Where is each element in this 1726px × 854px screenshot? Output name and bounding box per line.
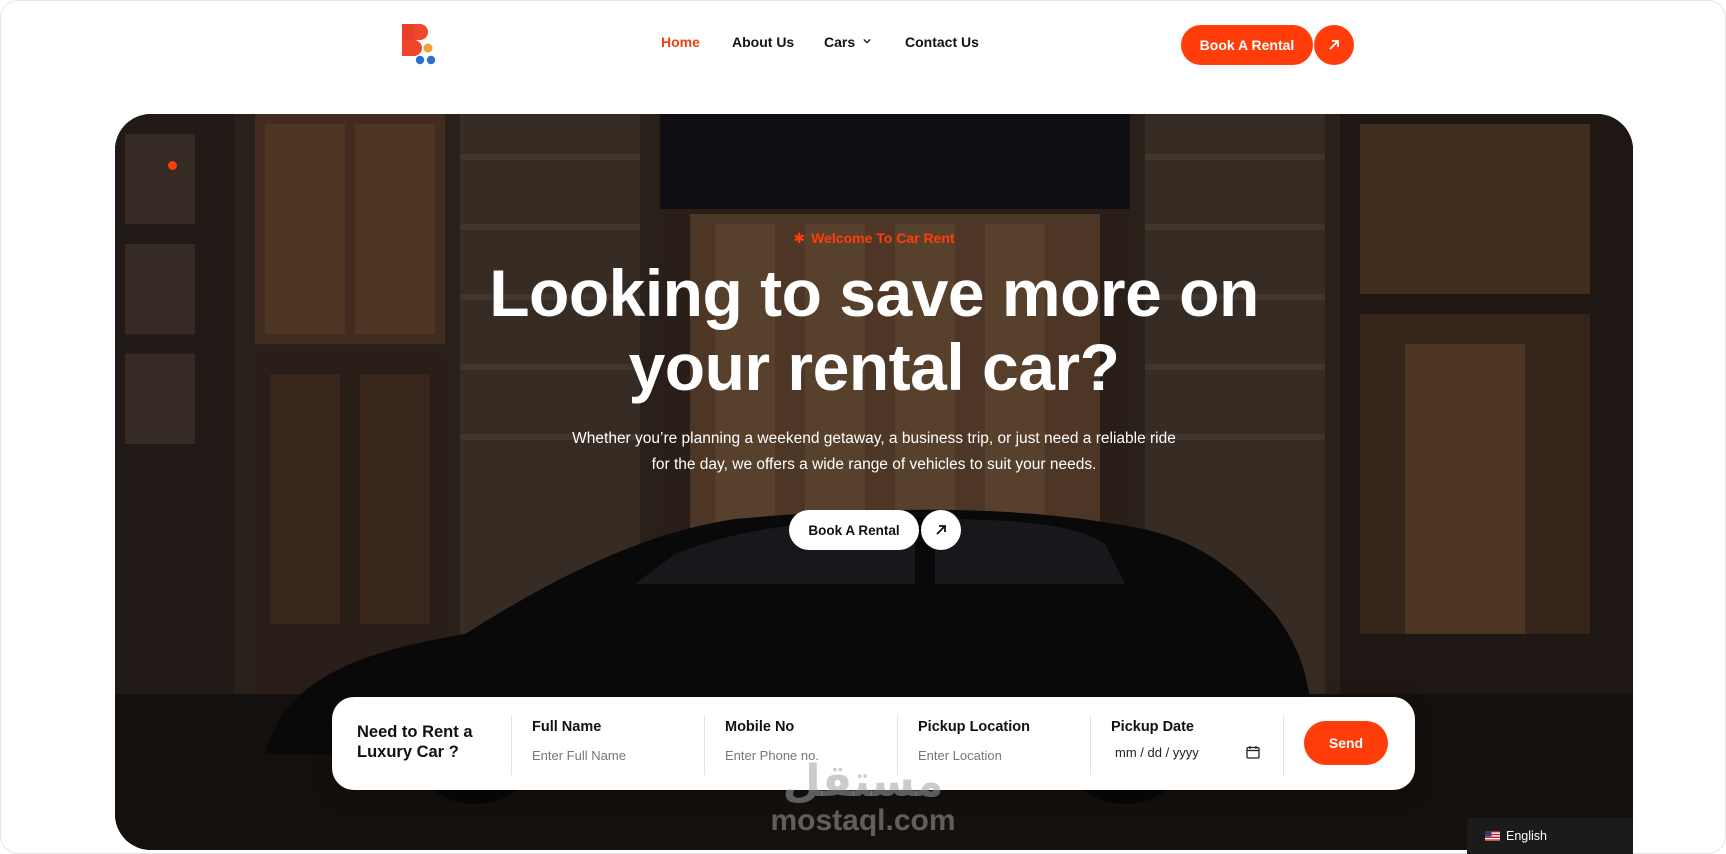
hero-title-line-2: your rental car? <box>628 330 1120 404</box>
header-book-rental-label: Book A Rental <box>1199 37 1295 53</box>
nav-item-cars[interactable]: Cars <box>824 34 871 50</box>
nav-item-cars-label: Cars <box>824 34 856 50</box>
watermark-arabic: مستقل <box>782 756 944 807</box>
calendar-icon[interactable] <box>1246 745 1260 759</box>
submit-divider <box>1283 715 1284 775</box>
full-name-input[interactable] <box>532 745 682 765</box>
full-name-label: Full Name <box>532 719 602 735</box>
watermark-latin: mostaql.com <box>770 804 956 837</box>
pickup-date-field: Pickup Date mm / dd / yyyy <box>1090 715 1281 775</box>
hero-subtitle: Whether you’re planning a weekend getawa… <box>115 426 1633 478</box>
hero-arrow-button[interactable] <box>921 510 961 550</box>
mobile-no-label: Mobile No <box>725 719 795 735</box>
pickup-location-label: Pickup Location <box>918 719 1030 735</box>
chevron-down-icon <box>863 38 871 44</box>
hero-title-line-1: Looking to save more on <box>489 256 1259 330</box>
arrow-up-right-icon <box>936 525 946 535</box>
send-button-label: Send <box>1328 735 1364 751</box>
nav-item-contact-us[interactable]: Contact Us <box>905 34 979 50</box>
hero-subtitle-line-1: Whether you’re planning a weekend getawa… <box>572 430 1176 447</box>
send-button[interactable]: Send <box>1304 721 1388 765</box>
hero-book-rental-label: Book A Rental <box>808 522 900 538</box>
hero-eyebrow-text: Welcome To Car Rent <box>811 230 955 246</box>
booking-heading: Need to Rent a Luxury Car ? <box>357 723 473 761</box>
us-flag-icon <box>1485 831 1500 841</box>
pickup-date-label: Pickup Date <box>1111 719 1194 735</box>
nav-item-home[interactable]: Home <box>661 34 700 50</box>
header-book-rental-button[interactable]: Book A Rental <box>1181 25 1313 65</box>
slider-dot[interactable] <box>168 161 177 170</box>
arrow-up-right-icon <box>1329 40 1339 50</box>
hero-eyebrow: ✱ Welcome To Car Rent <box>115 230 1633 247</box>
asterisk-icon: ✱ <box>793 230 806 246</box>
nav-item-about-us[interactable]: About Us <box>732 34 794 50</box>
hero-subtitle-line-2: for the day, we offers a wide range of v… <box>651 456 1097 473</box>
pickup-date-input[interactable]: mm / dd / yyyy <box>1115 745 1199 760</box>
language-switcher[interactable]: English <box>1467 818 1633 854</box>
header-arrow-button[interactable] <box>1314 25 1354 65</box>
language-label: English <box>1506 829 1547 843</box>
hero-title: Looking to save more on your rental car? <box>115 256 1633 404</box>
watermark: مستقل mostaql.com <box>758 760 968 838</box>
main-nav: Home About Us Cars Contact Us <box>0 34 1726 56</box>
hero-book-rental-button[interactable]: Book A Rental <box>789 510 919 550</box>
full-name-field: Full Name <box>511 715 702 775</box>
